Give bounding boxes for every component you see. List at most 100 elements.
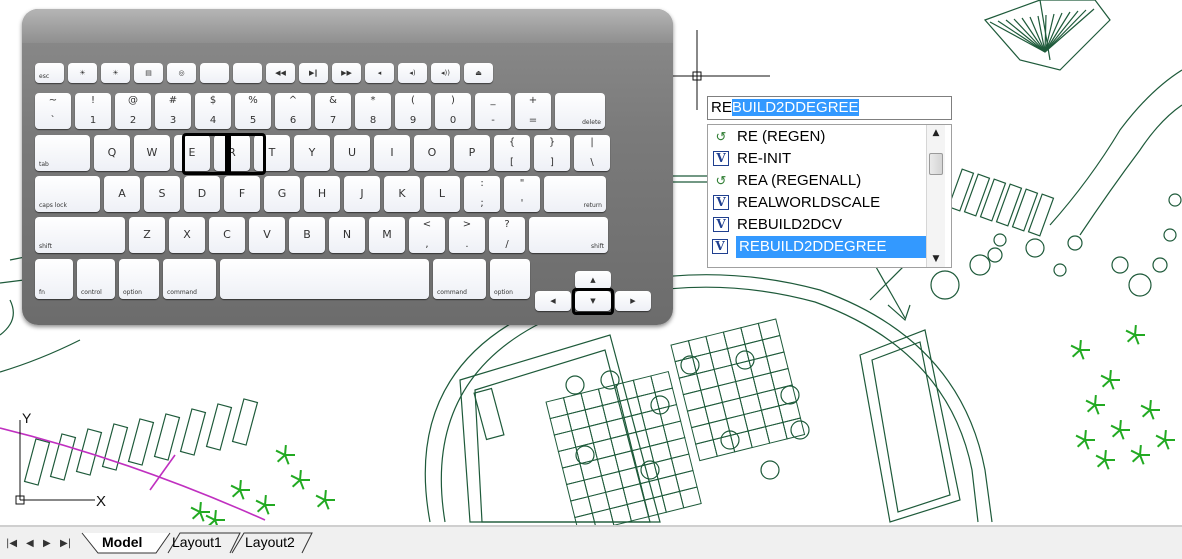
- key-label: C: [223, 228, 231, 241]
- tree-symbol: [1094, 394, 1097, 406]
- key-m: M: [369, 217, 405, 253]
- key-shift-label: !: [90, 95, 95, 106]
- site-circle: [993, 233, 1007, 247]
- variable-icon: V: [712, 239, 728, 254]
- autocomplete-scrollbar[interactable]: ▲ ▼: [926, 125, 945, 267]
- key-sym: ⏏: [464, 63, 493, 83]
- left-curve: [0, 299, 14, 336]
- key-sym: | \: [574, 135, 610, 171]
- key-shift-label: (: [411, 95, 415, 106]
- key-label: option: [123, 289, 142, 296]
- key-1: ! 1: [75, 93, 111, 129]
- key-sym: ◂)): [431, 63, 460, 83]
- tree-symbol: [276, 454, 286, 463]
- drawing-canvas[interactable]: YX esc ☀ ☀ ▤ ◎ ◀◀ ▶‖ ▶▶ ◂ ◂) ◂)) ⏏ ~ `! 1 @2 #3 $4% 5 ^ 6 & 7 *…: [0, 0, 1182, 525]
- tree-symbol: [1149, 399, 1152, 411]
- key-shift-label: >: [462, 219, 472, 230]
- tree-symbol: [1141, 409, 1151, 418]
- courtyard-outline: [459, 334, 661, 523]
- next-tab-icon[interactable]: ▶: [43, 538, 51, 549]
- tree-symbol: [1164, 429, 1167, 441]
- key-label: ▶‖: [309, 69, 318, 77]
- key-label: 4: [209, 115, 217, 126]
- tab-layout2[interactable]: Layout2: [241, 533, 299, 551]
- tree-symbol: [1119, 419, 1122, 431]
- tree-symbol: [1100, 374, 1111, 381]
- regen-icon: ↺: [715, 129, 727, 144]
- ucs-x-label: X: [96, 493, 106, 510]
- key-control: control: [77, 259, 115, 299]
- parking-stall: [979, 178, 1007, 222]
- key-shift-label: %: [248, 95, 258, 106]
- key-sym: [200, 63, 229, 83]
- key-label: K: [398, 187, 406, 200]
- key-sym: + =: [515, 93, 551, 129]
- key-label: N: [342, 228, 352, 241]
- key-shift-label: }: [548, 137, 556, 148]
- key-label: G: [277, 187, 287, 200]
- tree-symbol: [1134, 324, 1137, 336]
- key-sym: {[: [494, 135, 530, 171]
- key-shift-label: {: [508, 137, 516, 148]
- key-label: Q: [107, 146, 117, 159]
- roof-outline: [983, 0, 1111, 71]
- keyboard-top-bar: [22, 9, 673, 43]
- autocomplete-item[interactable]: V REBUILD2DDEGREE: [712, 236, 932, 258]
- autocomplete-list[interactable]: ↺ RE (REGEN) V RE-INIT ↺ REA (REGENALL) V REALW…: [707, 124, 952, 268]
- key-label: return: [583, 202, 602, 209]
- key-n: N: [329, 217, 365, 253]
- key-shift-label: :: [480, 178, 484, 189]
- magenta-boundary: [0, 427, 266, 521]
- tree-symbol: [255, 499, 266, 506]
- column-circle: [575, 445, 595, 465]
- site-circle: [1025, 238, 1045, 258]
- autocomplete-item[interactable]: ↺ RE (REGEN): [711, 126, 931, 148]
- key-label: W: [146, 146, 158, 159]
- key-option: option: [119, 259, 159, 299]
- autocomplete-item[interactable]: V RE-INIT: [711, 148, 931, 170]
- autocomplete-item[interactable]: ↺ REA (REGENALL): [711, 170, 931, 192]
- typed-text: RE: [711, 99, 732, 116]
- scroll-thumb[interactable]: [929, 153, 943, 175]
- first-tab-icon[interactable]: |◀: [6, 538, 17, 549]
- tree-symbol: [1075, 434, 1086, 441]
- tree-symbol: [1125, 329, 1136, 336]
- key-z: Z: [129, 217, 165, 253]
- scroll-up-icon[interactable]: ▲: [927, 128, 945, 138]
- key-label: 9: [409, 115, 417, 126]
- prev-tab-icon[interactable]: ◀: [26, 538, 34, 549]
- tab-model[interactable]: Model: [98, 533, 146, 551]
- tree-symbol: [315, 494, 326, 501]
- key-label: S: [158, 187, 166, 200]
- key-label: ◂): [409, 69, 416, 77]
- roof-hatch: [1044, 11, 1071, 53]
- autocomplete-item[interactable]: V REBUILD2DCV: [711, 214, 931, 236]
- tree-symbol: [1076, 439, 1086, 448]
- column-circle: [565, 375, 585, 395]
- tree-symbol: [1139, 444, 1142, 456]
- key-label: B: [303, 228, 311, 241]
- tree-symbol: [1104, 459, 1110, 470]
- last-tab-icon[interactable]: ▶|: [60, 538, 71, 549]
- key-sym: ▤: [134, 63, 163, 83]
- key-label: \: [590, 157, 594, 168]
- key-u: U: [334, 135, 370, 171]
- key-sym: " ': [504, 176, 540, 212]
- key-label: ': [520, 198, 524, 209]
- parking-stall: [995, 183, 1023, 227]
- tree-symbol: [1111, 429, 1121, 438]
- autocomplete-item[interactable]: V REALWORLDSCALE: [711, 192, 931, 214]
- key-v: V: [249, 217, 285, 253]
- key-b: B: [289, 217, 325, 253]
- key-8: * 8: [355, 93, 391, 129]
- scroll-down-icon[interactable]: ▼: [927, 254, 945, 264]
- key-sym: ◂): [398, 63, 427, 83]
- tree-symbol: [1139, 454, 1145, 465]
- key-i: I: [374, 135, 410, 171]
- tab-layout1[interactable]: Layout1: [168, 533, 226, 551]
- key-label: Z: [143, 228, 151, 241]
- parking-stall: [153, 413, 181, 461]
- command-input[interactable]: REBUILD2DDEGREE: [707, 96, 952, 120]
- tree-symbol: [284, 454, 290, 465]
- key-3: #3: [155, 93, 191, 129]
